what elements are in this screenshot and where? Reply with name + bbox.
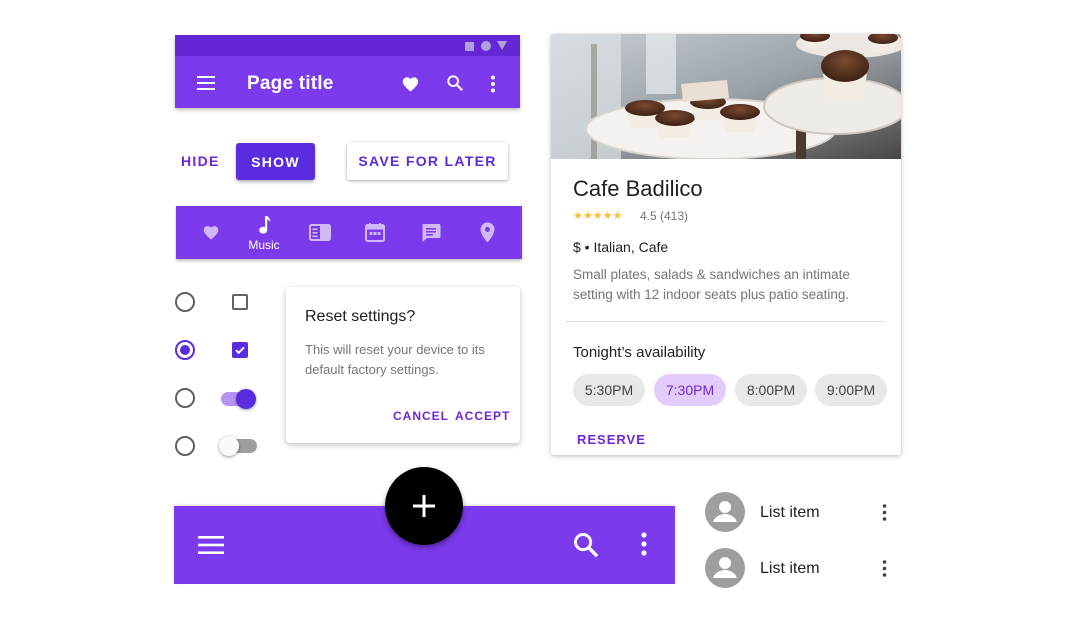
status-circle-icon bbox=[481, 41, 491, 51]
list-item[interactable]: List item bbox=[704, 490, 900, 534]
add-icon bbox=[413, 495, 435, 517]
dialog-title: Reset settings? bbox=[305, 308, 416, 325]
heart-icon[interactable] bbox=[401, 75, 420, 92]
top-app-bar: Page title bbox=[175, 35, 520, 108]
cafe-photo bbox=[551, 34, 901, 159]
bottom-navigation: Music bbox=[176, 206, 522, 259]
time-chip[interactable]: 5:30PM bbox=[573, 374, 645, 406]
nav-item-location[interactable] bbox=[467, 206, 507, 259]
calendar-icon bbox=[365, 223, 385, 242]
price-category: $ • Italian, Cafe bbox=[573, 239, 669, 255]
page-title: Page title bbox=[247, 73, 334, 94]
message-icon bbox=[421, 223, 441, 243]
rating-value: 4.5 (413) bbox=[640, 209, 689, 223]
book-icon bbox=[309, 224, 331, 241]
switch-thumb bbox=[236, 389, 256, 409]
card-divider bbox=[565, 321, 885, 322]
time-chip-selected[interactable]: 7:30PM bbox=[654, 374, 726, 406]
radio-button[interactable] bbox=[175, 436, 195, 456]
nav-item-calendar[interactable] bbox=[355, 206, 395, 259]
radio-button-selected[interactable] bbox=[175, 340, 195, 360]
reserve-button[interactable]: RESERVE bbox=[577, 432, 646, 447]
list-item[interactable]: List item bbox=[704, 546, 900, 590]
add-fab-button[interactable] bbox=[385, 467, 463, 545]
more-vert-icon[interactable] bbox=[882, 504, 887, 521]
list-item-label: List item bbox=[760, 560, 820, 577]
more-vert-icon[interactable] bbox=[882, 560, 887, 577]
nav-item-book[interactable] bbox=[300, 206, 340, 259]
search-icon[interactable] bbox=[446, 74, 464, 92]
accept-button[interactable]: ACCEPT bbox=[455, 409, 510, 423]
availability-heading: Tonight’s availability bbox=[573, 344, 706, 361]
more-vert-icon[interactable] bbox=[641, 532, 647, 556]
switch-thumb bbox=[219, 436, 239, 456]
dialog-body: This will reset your device to its defau… bbox=[305, 342, 485, 377]
heart-icon bbox=[202, 224, 220, 240]
nav-item-messages[interactable] bbox=[411, 206, 451, 259]
menu-icon[interactable] bbox=[198, 535, 224, 555]
status-triangle-icon bbox=[497, 41, 507, 50]
show-button[interactable]: SHOW bbox=[236, 143, 315, 180]
rating-stars: ★★★★★ bbox=[573, 210, 623, 222]
save-for-later-button[interactable]: SAVE FOR LATER bbox=[347, 142, 508, 180]
time-chip[interactable]: 9:00PM bbox=[815, 374, 887, 406]
cancel-button[interactable]: CANCEL bbox=[393, 409, 449, 423]
music-note-icon bbox=[257, 215, 271, 235]
check-icon bbox=[235, 346, 245, 355]
card-title: Cafe Badilico bbox=[573, 176, 703, 201]
search-icon[interactable] bbox=[572, 531, 600, 559]
status-bar bbox=[175, 35, 520, 56]
nav-item-favorites[interactable] bbox=[191, 206, 231, 259]
time-chip[interactable]: 8:00PM bbox=[735, 374, 807, 406]
nav-item-label: Music bbox=[248, 238, 280, 252]
radio-button[interactable] bbox=[175, 388, 195, 408]
location-icon bbox=[480, 222, 495, 243]
switch-off[interactable] bbox=[219, 435, 259, 457]
more-vert-icon[interactable] bbox=[490, 75, 496, 93]
checkbox-checked[interactable] bbox=[232, 342, 248, 358]
checkbox[interactable] bbox=[232, 294, 248, 310]
card-description: Small plates, salads & sandwiches an int… bbox=[573, 267, 850, 302]
nav-item-music[interactable]: Music bbox=[244, 206, 284, 259]
avatar bbox=[705, 548, 745, 588]
menu-icon[interactable] bbox=[196, 75, 216, 91]
status-square-icon bbox=[465, 42, 474, 51]
reset-settings-dialog: Reset settings? This will reset your dev… bbox=[286, 287, 520, 443]
hide-button[interactable]: HIDE bbox=[181, 153, 220, 169]
radio-button[interactable] bbox=[175, 292, 195, 312]
restaurant-card: Cafe Badilico ★★★★★ 4.5 (413) $ • Italia… bbox=[551, 34, 901, 455]
switch-on[interactable] bbox=[221, 388, 259, 410]
list-item-label: List item bbox=[760, 504, 820, 521]
avatar bbox=[705, 492, 745, 532]
